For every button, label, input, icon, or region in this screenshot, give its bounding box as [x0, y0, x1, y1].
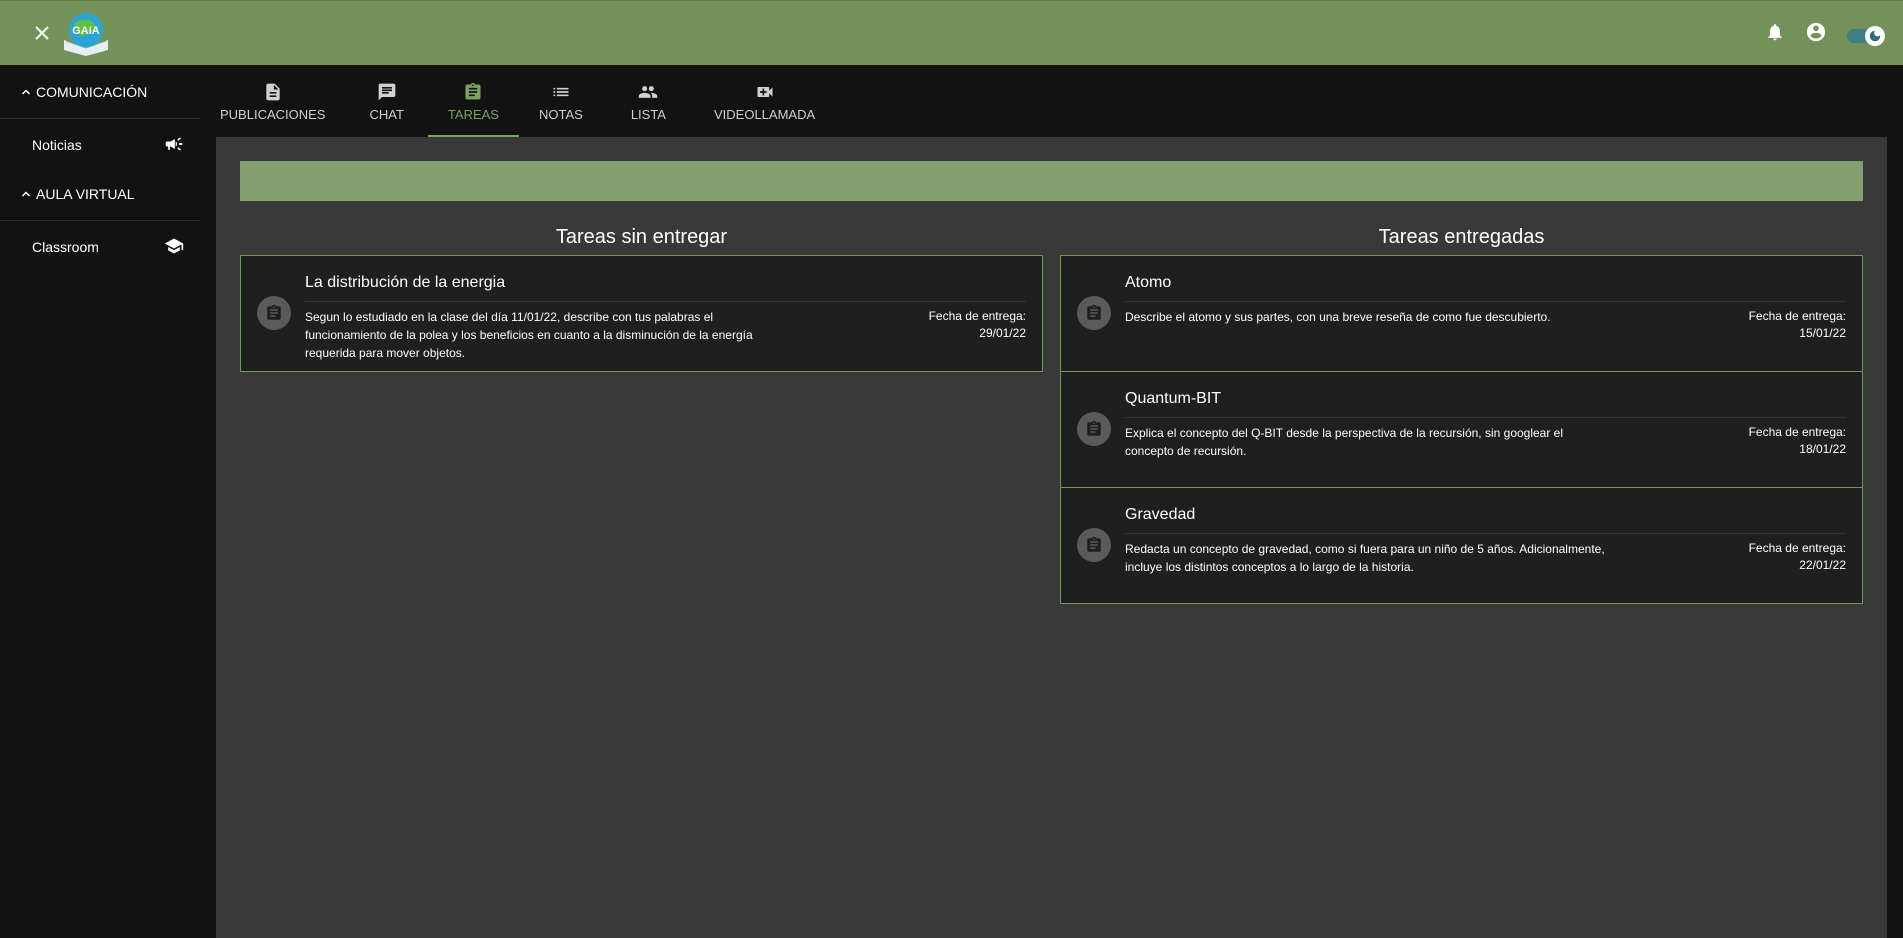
delivered-tasks-title: Tareas entregadas: [1378, 226, 1545, 248]
task-due-label: Fecha de entrega:: [928, 309, 1026, 323]
assignment-icon: [257, 296, 291, 330]
task-due: Fecha de entrega: 15/01/22: [1749, 308, 1846, 342]
tab-videollamada[interactable]: VIDEOLLAMADA: [694, 65, 835, 137]
task-title: Gravedad: [1125, 506, 1196, 523]
task-due-label: Fecha de entrega:: [1748, 309, 1846, 323]
chevron-up-icon: [20, 86, 32, 98]
sidebar-item-noticias[interactable]: Noticias: [0, 127, 200, 163]
tab-lista[interactable]: LISTA: [603, 65, 694, 137]
pending-tasks-column: Tareas sin entregar La distribución de l…: [240, 225, 1043, 372]
article-icon: [263, 81, 283, 103]
task-description: Redacta un concepto de gravedad, como si…: [1125, 542, 1605, 574]
assignment-icon: [1077, 412, 1111, 446]
sidebar-item-label: Noticias: [32, 137, 82, 153]
people-icon: [638, 81, 658, 103]
school-icon: [164, 236, 184, 259]
task-card[interactable]: Quantum-BIT Explica el concepto del Q-BI…: [1060, 371, 1863, 488]
sidebar: COMUNICACIÓN Noticias AULA VIRTUAL Class…: [0, 65, 200, 938]
task-due-date: 22/01/22: [1799, 558, 1846, 572]
chat-icon: [377, 81, 397, 103]
top-app-bar: GAIA: [0, 0, 1903, 65]
tab-label: VIDEOLLAMADA: [713, 106, 816, 122]
task-divider: [1125, 533, 1846, 534]
notifications-icon[interactable]: [1765, 22, 1785, 47]
tab-notas[interactable]: NOTAS: [519, 65, 603, 137]
task-divider: [1125, 301, 1846, 302]
course-tabs: PUBLICACIONES CHAT TAREAS NOTAS LISTA VI…: [200, 65, 1903, 137]
sidebar-item-classroom[interactable]: Classroom: [0, 229, 200, 265]
tab-publicaciones[interactable]: PUBLICACIONES: [200, 65, 345, 137]
app-logo[interactable]: GAIA: [60, 10, 112, 56]
logo-text: GAIA: [72, 25, 100, 37]
sidebar-section-label: AULA VIRTUAL: [36, 185, 135, 202]
campaign-icon: [164, 134, 184, 157]
moon-icon: [1869, 30, 1881, 41]
sidebar-section-comunicacion[interactable]: COMUNICACIÓN: [0, 65, 200, 119]
task-title: Atomo: [1125, 274, 1172, 291]
task-due-date: 18/01/22: [1799, 442, 1846, 456]
task-title: La distribución de la energia: [305, 274, 506, 291]
close-icon[interactable]: [30, 21, 54, 45]
task-card[interactable]: La distribución de la energia Segun lo e…: [240, 255, 1043, 372]
sidebar-item-label: Classroom: [32, 239, 99, 255]
chevron-up-icon: [20, 188, 32, 200]
task-due-label: Fecha de entrega:: [1748, 541, 1846, 555]
tab-label: NOTAS: [538, 106, 583, 122]
tab-tareas[interactable]: TAREAS: [427, 65, 520, 137]
sidebar-section-label: COMUNICACIÓN: [36, 83, 148, 100]
pending-tasks-title: Tareas sin entregar: [555, 226, 728, 248]
assignment-icon: [1077, 528, 1111, 562]
task-description: Explica el concepto del Q-BIT desde la p…: [1125, 426, 1564, 458]
assignment-icon: [1077, 296, 1111, 330]
task-divider: [305, 301, 1026, 302]
dark-mode-toggle[interactable]: [1847, 25, 1885, 46]
tab-label: PUBLICACIONES: [220, 106, 326, 122]
task-divider: [1125, 417, 1846, 418]
delivered-tasks-column: Tareas entregadas Atomo Describe el atom…: [1060, 225, 1863, 604]
tab-label: LISTA: [630, 106, 666, 122]
tasks-panel: Tareas sin entregar La distribución de l…: [216, 137, 1887, 938]
task-due: Fecha de entrega: 29/01/22: [929, 308, 1026, 342]
task-due-date: 29/01/22: [979, 326, 1026, 340]
task-title: Quantum-BIT: [1125, 390, 1222, 407]
course-banner: [240, 161, 1863, 201]
tab-chat[interactable]: CHAT: [345, 65, 427, 137]
list-icon: [551, 81, 571, 103]
tab-label: CHAT: [369, 106, 404, 122]
tab-label: TAREAS: [447, 106, 499, 122]
task-due: Fecha de entrega: 22/01/22: [1749, 540, 1846, 574]
task-due: Fecha de entrega: 18/01/22: [1749, 424, 1846, 458]
task-card[interactable]: Gravedad Redacta un concepto de gravedad…: [1060, 487, 1863, 604]
task-card[interactable]: Atomo Describe el atomo y sus partes, co…: [1060, 255, 1863, 372]
account-circle-icon[interactable]: [1805, 21, 1827, 48]
sidebar-section-aula-virtual[interactable]: AULA VIRTUAL: [0, 167, 200, 221]
task-due-label: Fecha de entrega:: [1748, 425, 1846, 439]
task-due-date: 15/01/22: [1799, 326, 1846, 340]
video-call-icon: [755, 81, 775, 103]
assignment-icon: [463, 81, 483, 103]
task-description: Segun lo estudiado en la clase del día 1…: [305, 310, 753, 360]
task-description: Describe el atomo y sus partes, con una …: [1125, 310, 1551, 324]
